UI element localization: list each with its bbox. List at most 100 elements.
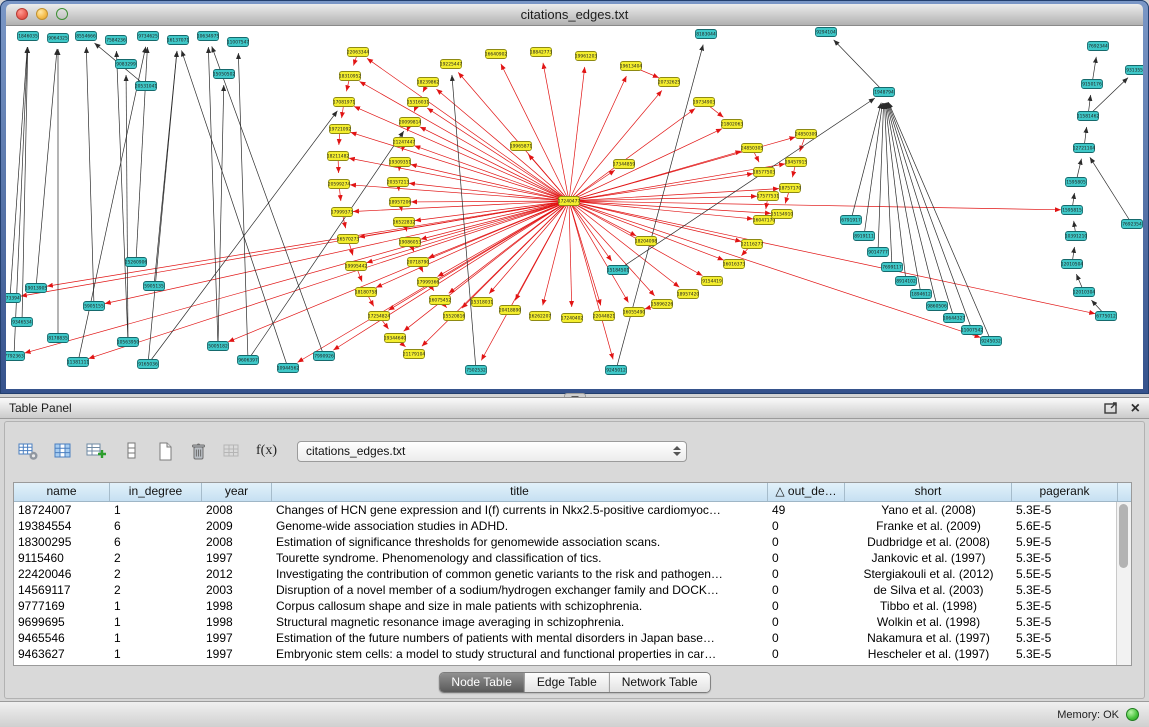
graph-node[interactable]: 9346534 [12,318,33,327]
graph-edge[interactable] [569,76,626,201]
graph-edge[interactable] [421,201,569,239]
column-header-short[interactable]: short [845,483,1012,501]
graph-edge[interactable] [350,132,569,201]
graph-node[interactable]: 19457915 [785,158,808,167]
graph-node[interactable]: 1894612 [911,290,932,299]
table-scrollbar[interactable] [1116,502,1131,665]
table-chooser-dropdown[interactable]: citations_edges.txt [297,441,687,462]
graph-node[interactable]: 8919111 [854,232,875,241]
graph-node[interactable]: 8178835 [48,334,69,343]
citation-network-graph[interactable]: 1724047722063344183109521708197119721092… [6,26,1143,387]
graph-node[interactable]: 9154419 [702,277,723,286]
graph-edge[interactable] [569,201,612,261]
table-row[interactable]: 969969511998Structural magnetic resonanc… [14,614,1131,630]
network-canvas[interactable]: 1724047722063344183109521708197119721092… [6,26,1143,389]
graph-edge[interactable] [88,201,569,359]
graph-node[interactable]: 15318031 [471,298,494,307]
graph-node[interactable]: 20418890 [499,306,522,315]
create-column-button[interactable] [151,438,178,464]
tab-network-table[interactable]: Network Table [609,673,710,692]
graph-node[interactable]: 20357213 [387,178,410,187]
graph-node[interactable]: 21179104 [403,350,426,359]
graph-edge[interactable] [36,49,57,288]
graph-node[interactable]: 9606397 [238,356,259,365]
graph-node[interactable]: 18757170 [779,184,802,193]
table-row[interactable]: 1938455462009Genome-wide association stu… [14,518,1131,534]
graph-node[interactable]: 19961203 [575,52,598,61]
graph-node[interactable]: 17240402 [561,314,584,323]
graph-edge[interactable] [569,201,613,359]
graph-node[interactable]: 19965871 [510,142,533,151]
close-window-button[interactable] [16,8,28,20]
graph-node[interactable]: 18957420 [677,290,700,299]
graph-node[interactable]: 1846035 [18,32,39,41]
table-row[interactable]: 1456911722003Disruption of a novel membe… [14,582,1131,598]
graph-edge[interactable] [851,103,881,220]
graph-edge[interactable] [569,201,1095,314]
graph-node[interactable]: 17999373 [331,208,354,217]
graph-node[interactable]: 19225447 [440,60,463,69]
graph-node[interactable]: 15154910 [771,210,794,219]
graph-node[interactable]: 5005182 [208,342,229,351]
graph-edge[interactable] [354,106,569,201]
graph-node[interactable]: 20718790 [407,258,430,267]
graph-node[interactable]: 9245032 [981,337,1002,346]
graph-node[interactable]: 1595805 [1066,178,1087,187]
graph-node[interactable]: 17344859 [613,160,636,169]
graph-node[interactable]: 9294104 [816,28,837,37]
delete-column-button[interactable] [185,438,212,464]
graph-node[interactable]: 18239862 [417,78,440,87]
column-header-in_degree[interactable]: in_degree [110,483,202,501]
graph-edge[interactable] [834,40,884,92]
graph-node[interactable]: 18577503 [753,168,776,177]
graph-node[interactable]: 19086053 [399,238,422,247]
graph-edge[interactable] [212,46,324,356]
graph-node[interactable]: 16075452 [429,296,452,305]
window-titlebar[interactable]: citations_edges.txt [6,4,1143,26]
graph-node[interactable]: 24850309 [795,130,818,139]
graph-node[interactable]: 10391210 [1065,232,1088,241]
graph-node[interactable]: 19721092 [329,125,352,134]
table-row[interactable]: 977716911998Corpus callosum shape and si… [14,598,1131,614]
graph-node[interactable]: 19613404 [620,62,643,71]
graph-node[interactable]: 7792363 [6,352,25,361]
graph-node[interactable]: 15050502 [213,70,236,79]
graph-edge[interactable] [569,201,572,307]
graph-node[interactable]: 18842773 [530,48,553,57]
graph-node[interactable]: 9860506 [927,302,948,311]
graph-node[interactable]: 10563950 [117,338,140,347]
graph-edge[interactable] [411,164,569,201]
graph-edge[interactable] [864,103,882,236]
graph-edge[interactable] [78,47,146,362]
graph-edge[interactable] [10,47,27,298]
column-header-pagerank[interactable]: pagerank [1012,483,1118,501]
graph-node[interactable]: 16016373 [723,260,746,269]
graph-edge[interactable] [22,47,28,322]
column-header-year[interactable]: year [202,483,272,501]
graph-node[interactable]: 15184501 [607,266,630,275]
graph-node[interactable]: 1948794 [874,88,895,97]
graph-node[interactable]: 7502532 [466,366,487,375]
graph-node[interactable]: 19995442 [345,262,368,271]
graph-node[interactable]: 6775012 [1096,312,1117,321]
graph-node[interactable]: 7990926 [314,352,335,361]
column-header-name[interactable]: name [14,483,110,501]
graph-edge[interactable] [148,111,337,364]
graph-edge[interactable] [218,85,224,346]
graph-node[interactable]: 21247447 [393,138,416,147]
table-row[interactable]: 911546021997Tourette syndrome. Phenomeno… [14,550,1131,566]
table-row[interactable]: 946362711997Embryonic stem cells: a mode… [14,646,1131,662]
graph-node[interactable]: 16522832 [393,218,416,227]
float-panel-icon[interactable] [1104,402,1119,415]
graph-node[interactable]: 20099814 [399,118,422,127]
graph-edge[interactable] [248,131,404,360]
graph-node[interactable]: 5905155 [84,302,105,311]
graph-edge[interactable] [569,129,722,201]
graph-edge[interactable] [86,47,94,306]
graph-edge[interactable] [878,103,884,252]
select-columns-button[interactable] [49,438,76,464]
graph-edge[interactable] [238,53,248,360]
graph-node[interactable]: 11007542 [961,326,984,335]
graph-node[interactable]: 17254824 [368,312,391,321]
graph-node[interactable]: 18310952 [339,72,362,81]
